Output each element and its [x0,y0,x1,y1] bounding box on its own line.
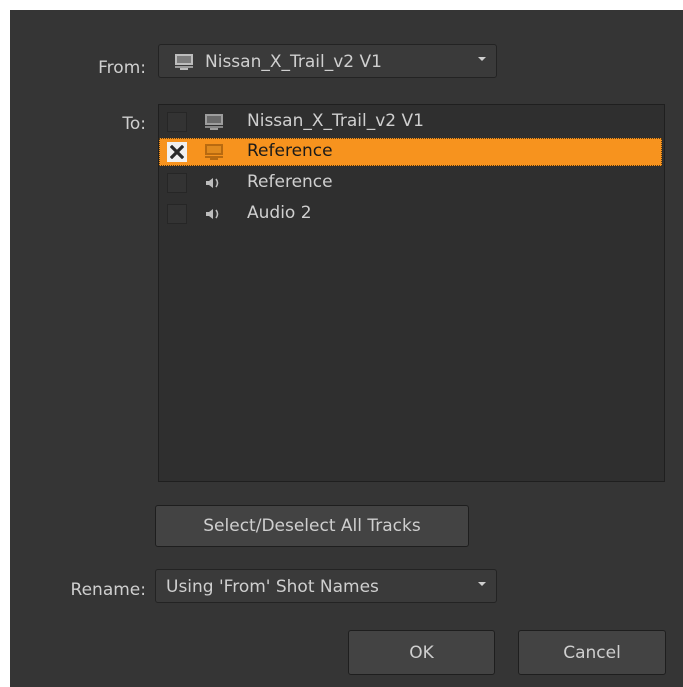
track-label: Reference [247,172,333,192]
track-label: Nissan_X_Trail_v2 V1 [247,111,424,131]
track-checkbox[interactable] [167,112,187,132]
to-track-list[interactable]: Nissan_X_Trail_v2 V1 Reference Reference… [158,104,665,482]
chevron-down-icon [478,582,486,586]
speaker-icon [206,209,219,219]
track-checkbox-checked[interactable] [167,142,187,162]
cancel-button[interactable]: Cancel [518,630,666,675]
rename-dropdown-value: Using 'From' Shot Names [166,577,379,597]
check-x-icon [170,145,184,159]
ok-button[interactable]: OK [348,630,495,675]
track-checkbox[interactable] [167,204,187,224]
from-dropdown[interactable]: Nissan_X_Trail_v2 V1 [158,44,497,78]
speaker-icon [206,178,219,188]
track-label: Audio 2 [247,203,312,223]
monitor-icon [205,144,223,160]
from-label: From: [98,58,146,78]
track-checkbox[interactable] [167,173,187,193]
rename-label: Rename: [70,580,146,600]
to-label: To: [122,114,146,134]
track-row[interactable]: Nissan_X_Trail_v2 V1 [159,108,662,136]
from-dropdown-value: Nissan_X_Trail_v2 V1 [205,52,382,72]
monitor-icon [205,114,223,130]
dialog: From: Nissan_X_Trail_v2 V1 To: Nissan_X_… [10,10,683,687]
select-deselect-all-button[interactable]: Select/Deselect All Tracks [155,505,469,547]
track-row[interactable]: Reference [159,169,662,197]
chevron-down-icon [478,57,486,61]
track-row[interactable]: Audio 2 [159,200,662,228]
track-row-selected[interactable]: Reference [159,138,662,166]
monitor-icon [175,54,193,70]
track-label: Reference [247,141,333,161]
rename-dropdown[interactable]: Using 'From' Shot Names [155,569,497,603]
